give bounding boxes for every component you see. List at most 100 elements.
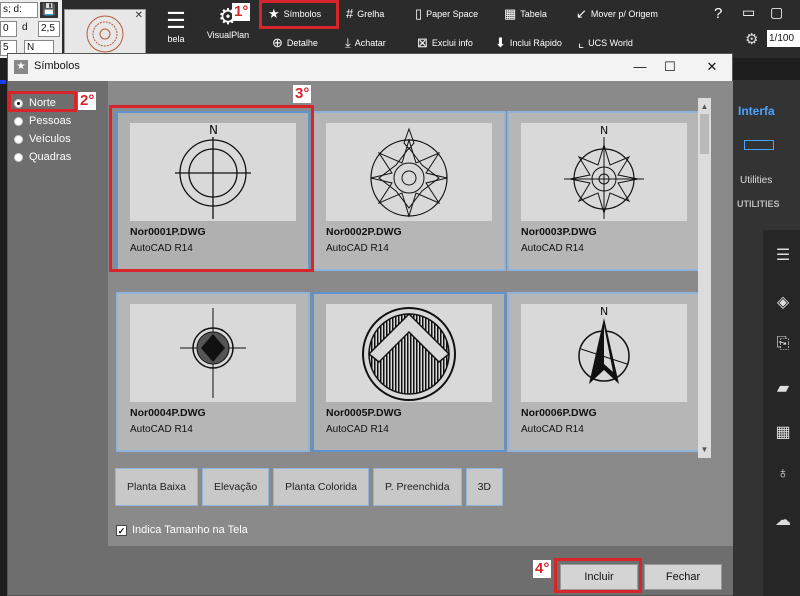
annotation-step-4: 4° [533, 560, 552, 578]
ucs-world-button[interactable]: ⌞ UCS World [578, 35, 633, 51]
left-controls: s; d: 💾 0 d 2,5 5 N [0, 0, 62, 58]
symbol-format: AutoCAD R14 [130, 424, 193, 435]
close-button[interactable]: Fechar [644, 564, 722, 590]
annotation-step-2: 2° [78, 92, 97, 110]
detail-icon: ⊕ [272, 35, 283, 50]
mode-preenchida-button[interactable]: P. Preenchida [372, 468, 462, 506]
save-icon[interactable]: 💾 [40, 2, 58, 18]
show-size-option[interactable]: ✓ Indica Tamanho na Tela [116, 524, 248, 536]
radio-icon [14, 134, 23, 144]
mode-elevacao-button[interactable]: Elevação [201, 468, 270, 506]
flatten-label: Achatar [354, 38, 386, 48]
value-field-2[interactable]: 2,5 [38, 21, 60, 37]
utilities-caps-label[interactable]: UTILITIES [737, 199, 780, 209]
close-icon[interactable]: ✕ [702, 58, 722, 76]
checkbox-checked-icon[interactable]: ✓ [116, 524, 127, 536]
grid-icon[interactable]: ▦ [773, 422, 793, 442]
category-label: Pessoas [29, 115, 72, 127]
symbol-preview: N [521, 304, 687, 402]
symbol-preview [326, 304, 492, 402]
ucs-world-label: UCS World [588, 38, 633, 48]
dialog-title: Símbolos [34, 60, 80, 72]
paper-space-label: Paper Space [426, 9, 479, 19]
delete-box-icon: ⊠ [417, 35, 428, 50]
right-panel: ☰ ◈ ⎘ ▰ ▦ ♁ ☁ [733, 80, 800, 596]
monitor-icon[interactable]: ▭ [742, 4, 755, 21]
d-label: d [22, 22, 28, 33]
quick-include-button[interactable]: ⬇ Inclui Rápido [495, 35, 562, 51]
table-icon: ▦ [504, 6, 517, 21]
quick-include-label: Inclui Rápido [509, 38, 562, 48]
symbol-card-nor0004[interactable]: Nor0004P.DWG AutoCAD R14 [116, 292, 310, 452]
delete-info-button[interactable]: ⊠ Exclui info [417, 35, 473, 51]
symbol-filename: Nor0005P.DWG [326, 407, 402, 419]
paperclip-icon[interactable]: ⎘ [773, 335, 793, 355]
grid-label: Grelha [357, 8, 385, 19]
category-sidebar: Norte Pessoas Veículos Quadras [8, 81, 108, 595]
blue-marker [0, 80, 6, 84]
mode-3d-button[interactable]: 3D [465, 468, 504, 506]
vertical-scrollbar[interactable]: ▲ ▼ [698, 98, 711, 458]
compass-rose-icon: N [564, 124, 644, 219]
star-app-icon: ★ [14, 60, 28, 74]
symbol-filename: Nor0003P.DWG [521, 226, 597, 238]
utilities-label[interactable]: Utilities [740, 175, 772, 186]
window-icon[interactable]: ▢ [770, 4, 783, 21]
scroll-down-icon[interactable]: ▼ [698, 443, 711, 456]
mode-planta-colorida-button[interactable]: Planta Colorida [273, 468, 369, 506]
symbol-card-nor0003[interactable]: N Nor0003P.DWG AutoCAD R14 [507, 111, 701, 271]
value-field-1[interactable]: 0 [0, 21, 17, 37]
snap-field[interactable]: s; d: [0, 2, 38, 18]
maximize-icon[interactable]: ☐ [660, 58, 680, 76]
detail-button[interactable]: ⊕ Detalhe [272, 35, 318, 51]
move-origin-button[interactable]: ↙ Mover p/ Origem [576, 6, 658, 22]
delete-info-label: Exclui info [431, 38, 473, 48]
category-veiculos[interactable]: Veículos [14, 133, 71, 145]
scale-field[interactable]: 1/100 [767, 30, 800, 47]
symbol-card-nor0002[interactable]: Nor0002P.DWG AutoCAD R14 [312, 111, 506, 271]
symbol-format: AutoCAD R14 [521, 243, 584, 254]
include-icon: ⬇ [495, 35, 506, 50]
right-icon-strip [763, 230, 800, 596]
table-menu-button[interactable]: ☰ bela [164, 8, 188, 44]
annotation-box-2 [8, 91, 77, 112]
radio-icon [14, 116, 23, 126]
symbol-card-nor0005[interactable]: Nor0005P.DWG AutoCAD R14 [312, 292, 506, 452]
download-icon: ⤓ [345, 35, 351, 50]
category-label: Veículos [29, 133, 71, 145]
hamburger-icon: ☰ [166, 8, 186, 33]
flatten-button[interactable]: ⤓ Achatar [345, 35, 386, 51]
show-size-label: Indica Tamanho na Tela [132, 524, 248, 536]
ruler-icon [744, 140, 774, 150]
layers-icon[interactable]: ◈ [773, 292, 793, 312]
symbol-preview-thumb[interactable]: ✕ [64, 9, 146, 57]
category-quadras[interactable]: Quadras [14, 151, 71, 163]
symbol-preview [326, 123, 492, 221]
mode-planta-baixa-button[interactable]: Planta Baixa [115, 468, 198, 506]
paint-icon[interactable]: ▰ [773, 378, 793, 398]
annotation-box-4 [554, 558, 642, 593]
symbol-format: AutoCAD R14 [521, 424, 584, 435]
table-button[interactable]: ▦ Tabela [504, 6, 547, 22]
close-thumb-icon[interactable]: ✕ [135, 10, 143, 21]
minimize-icon[interactable]: — [630, 58, 650, 76]
dialog-titlebar: ★ Símbolos — ☐ ✕ [8, 54, 732, 81]
balloon-icon[interactable]: ♁ [773, 465, 793, 485]
category-pessoas[interactable]: Pessoas [14, 115, 71, 127]
hash-icon: # [346, 6, 354, 21]
svg-text:N: N [600, 124, 608, 137]
cloud-upload-icon[interactable]: ☁ [773, 510, 793, 530]
symbol-preview [130, 304, 296, 402]
settings-gear-icon[interactable]: ⚙ [745, 30, 758, 48]
compass-arrow-icon: N [578, 305, 630, 384]
interface-tab[interactable]: Interfa [738, 104, 775, 118]
paper-space-button[interactable]: ▯ Paper Space [415, 6, 478, 22]
compass-filled-icon [180, 308, 246, 398]
symbol-card-nor0006[interactable]: N Nor0006P.DWG AutoCAD R14 [507, 292, 701, 452]
help-icon[interactable]: ? [714, 5, 722, 22]
grid-button[interactable]: # Grelha [346, 6, 384, 21]
move-origin-label: Mover p/ Origem [590, 9, 658, 19]
scroll-thumb[interactable] [700, 114, 709, 154]
sliders-icon[interactable]: ☰ [773, 245, 793, 265]
scroll-up-icon[interactable]: ▲ [698, 100, 711, 113]
